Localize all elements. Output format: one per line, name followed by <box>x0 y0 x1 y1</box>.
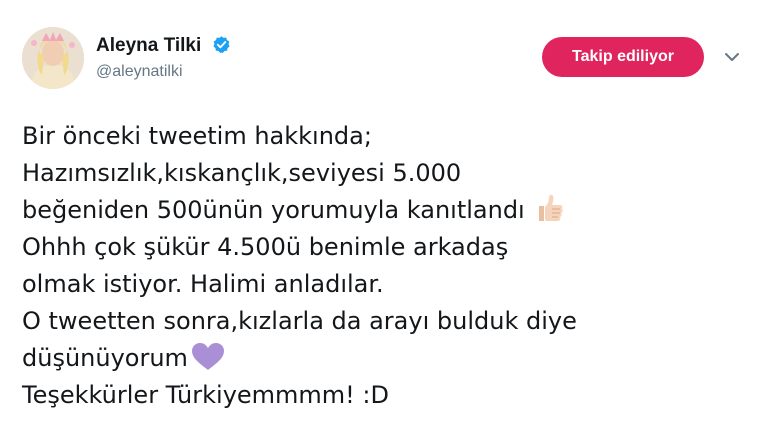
tweet-line: olmak istiyor. Halimi anladılar. <box>22 266 762 303</box>
display-name[interactable]: Aleyna Tilki <box>96 35 201 56</box>
user-handle[interactable]: @aleynatilki <box>96 63 183 81</box>
tweet-line: O tweetten sonra,kızlarla da arayı buldu… <box>22 303 762 340</box>
tweet-line-text: Ohhh çok şükür 4.500ü benimle arkadaş <box>22 233 509 261</box>
tweet-line-text: Teşekkürler Türkiyemmmm! :D <box>22 381 389 409</box>
tweet-line: beğeniden 500ünün yorumuyla kanıtlandı <box>22 192 762 229</box>
chevron-down-icon[interactable] <box>724 50 740 62</box>
tweet-line-text: Bir önceki tweetim hakkında; <box>22 122 372 150</box>
tweet-line-text: Hazımsızlık,kıskançlık,seviyesi 5.000 <box>22 159 462 187</box>
display-name-row[interactable]: Aleyna Tilki <box>96 35 231 60</box>
tweet-line: Bir önceki tweetim hakkında; <box>22 118 762 155</box>
tweet-text: Bir önceki tweetim hakkında; Hazımsızlık… <box>22 118 762 414</box>
verified-badge-icon <box>212 35 231 60</box>
tweet-line-text: olmak istiyor. Halimi anladılar. <box>22 270 384 298</box>
tweet-line: Hazımsızlık,kıskançlık,seviyesi 5.000 <box>22 155 762 192</box>
following-button[interactable]: Takip ediliyor <box>542 37 704 77</box>
profile-photo <box>22 27 84 89</box>
tweet-line-text: O tweetten sonra,kızlarla da arayı buldu… <box>22 307 577 335</box>
thumbs-up-emoji <box>533 192 565 235</box>
tweet-line: Teşekkürler Türkiyemmmm! :D <box>22 377 762 414</box>
tweet-card: Aleyna Tilki @aleynatilki Takip ediliyor… <box>0 0 770 442</box>
tweet-line-text: düşünüyorum <box>22 344 188 372</box>
tweet-line: Ohhh çok şükür 4.500ü benimle arkadaş <box>22 229 762 266</box>
tweet-line-text: beğeniden 500ünün yorumuyla kanıtlandı <box>22 196 525 224</box>
tweet-line: düşünüyorum <box>22 340 762 377</box>
avatar[interactable] <box>22 27 84 89</box>
